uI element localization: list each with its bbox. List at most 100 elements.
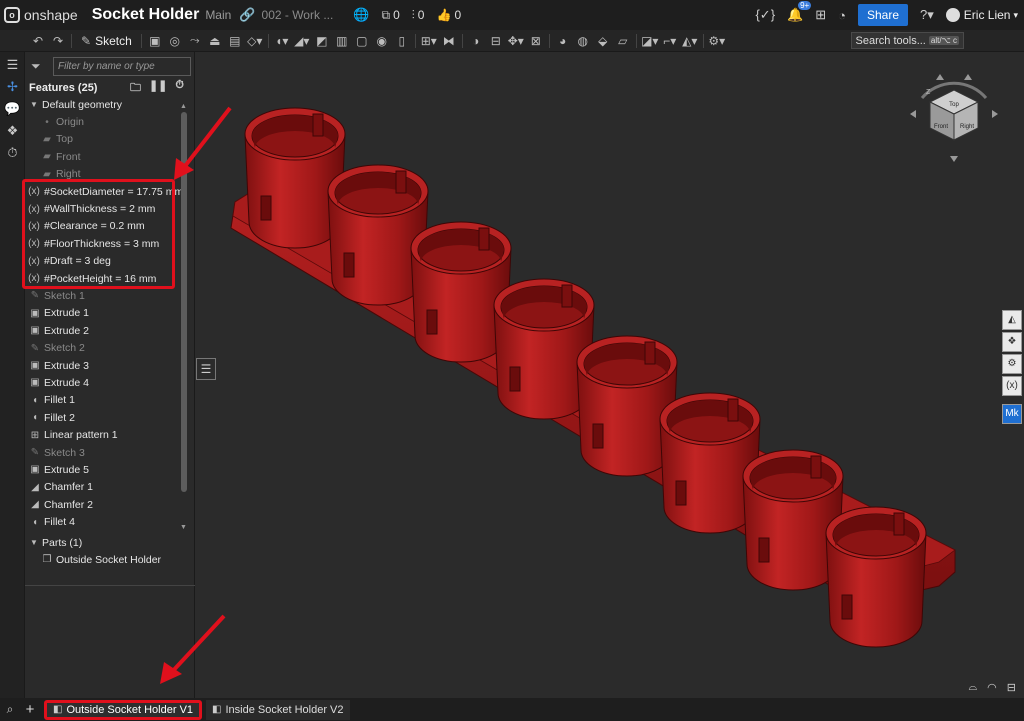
view-icon[interactable]: ⌓ (968, 681, 977, 694)
insert-icon[interactable]: ✢ (0, 76, 25, 98)
scroll-up-icon[interactable]: ▲ (180, 103, 187, 110)
history-icon[interactable]: ⏱ (0, 142, 25, 164)
feature-label: Linear pattern 1 (44, 429, 118, 442)
features-title: Features (25) (29, 82, 98, 94)
branch-name[interactable]: Main (205, 8, 231, 22)
versions-counter[interactable]: ⧉ 0 (382, 8, 400, 23)
feature-linear-pattern-1[interactable]: ⊞ Linear pattern 1 (25, 426, 194, 443)
draft-icon[interactable]: ◩ (312, 34, 332, 48)
search-tabs-icon[interactable]: ⌕ (0, 702, 20, 717)
replace-face-icon[interactable]: ▱ (613, 34, 633, 48)
extrude-icon[interactable]: ▣ (145, 34, 165, 48)
feature-chamfer-1[interactable]: ◢ Chamfer 1 (25, 479, 194, 496)
parts-group[interactable]: ▼ Parts (1) (29, 534, 82, 551)
globe-icon[interactable]: 🌐 (353, 7, 369, 23)
link-icon[interactable]: 🔗 (239, 7, 255, 23)
shell-icon[interactable]: ▢ (352, 34, 372, 48)
measure-panel-icon[interactable]: Mk (1002, 404, 1022, 424)
transform-icon[interactable]: ✥▾ (506, 34, 526, 48)
display-mode-icon[interactable]: ◭ (1002, 310, 1022, 330)
move-face-icon[interactable]: ⬙ (593, 34, 613, 48)
feature-extrude-1[interactable]: ▣ Extrude 1 (25, 305, 194, 322)
thicken-icon[interactable]: ▤ (225, 34, 245, 48)
plane-icon[interactable]: ◇▾ (245, 34, 265, 48)
notifications-icon[interactable]: 🔔 9+ (787, 1, 812, 23)
new-folder-icon[interactable]: 🗀 (130, 79, 141, 98)
tree-item-origin[interactable]: • Origin (25, 113, 194, 130)
likes-counter[interactable]: 👍 0 (436, 8, 461, 22)
measure-icon[interactable]: ◭▾ (680, 34, 700, 48)
mirror-icon[interactable]: ⧓ (439, 34, 459, 48)
hole-icon[interactable]: ◉ (372, 34, 392, 48)
search-tools-button[interactable]: Search tools... alt/⌥ c (850, 32, 964, 49)
feature-fillet-1[interactable]: ◖ Fillet 1 (25, 392, 194, 409)
feature-fillet-2[interactable]: ◖ Fillet 2 (25, 409, 194, 426)
timer-icon[interactable]: ⏱ (175, 79, 184, 98)
app-store-icon[interactable]: ⊞ (815, 7, 826, 23)
branches-counter[interactable]: ⫶ 0 (412, 8, 425, 23)
zoom-icon[interactable]: ⊟ (1007, 681, 1016, 694)
feature-fillet-4[interactable]: ◖ Fillet 4 (25, 513, 194, 530)
scroll-down-icon[interactable]: ▼ (180, 524, 187, 531)
rib-icon[interactable]: ▥ (332, 34, 352, 48)
feature-extrude-5[interactable]: ▣ Extrude 5 (25, 461, 194, 478)
redo-icon[interactable]: ↷ (48, 34, 68, 48)
default-geometry-group[interactable]: ▼ Default geometry (25, 96, 194, 113)
sketch-button[interactable]: ✎ Sketch (75, 34, 138, 48)
variables-panel-icon[interactable]: (x) (1002, 376, 1022, 396)
parts-icon[interactable]: ❖ (0, 120, 25, 142)
graphics-viewport[interactable]: Top Front Right Z ☰ ◭ ❖ ⚙ (x) Mk ⌓ ◠ ⊟ (195, 52, 1024, 698)
document-title[interactable]: Socket Holder (92, 6, 200, 24)
sweep-icon[interactable]: ⤳ (185, 33, 205, 48)
feature-list-icon[interactable]: ☰ (0, 54, 25, 76)
thread-icon[interactable]: ▯ (392, 34, 412, 48)
feature-extrude-2[interactable]: ▣ Extrude 2 (25, 322, 194, 339)
delete-face-icon[interactable]: ◍ (573, 34, 593, 48)
feature-sketch-2[interactable]: ✎ Sketch 2 (25, 339, 194, 356)
boolean-icon[interactable]: ◑ (466, 34, 486, 48)
tree-item-front[interactable]: ▰ Front (25, 148, 194, 165)
feature-list-scrollbar[interactable]: ▲ ▼ (180, 103, 187, 531)
scroll-thumb[interactable] (181, 112, 187, 492)
user-menu[interactable]: Eric Lien ▾ (945, 8, 1018, 22)
pattern-icon[interactable]: ⊞▾ (419, 34, 439, 48)
learning-icon[interactable]: ◔ (838, 8, 846, 23)
comments-icon[interactable]: 💬 (0, 98, 25, 120)
part-item[interactable]: ❒ Outside Socket Holder (41, 551, 162, 568)
filter-icon[interactable]: ⏷ (31, 59, 47, 74)
revolve-icon[interactable]: ◎ (165, 34, 185, 48)
feature-chamfer-2[interactable]: ◢ Chamfer 2 (25, 496, 194, 513)
gear-icon[interactable]: ⚙▾ (707, 34, 727, 48)
sheet-metal-icon[interactable]: ◪▾ (640, 34, 660, 48)
chamfer-icon[interactable]: ◢▾ (292, 34, 312, 48)
modify-fillet-icon[interactable]: ◕ (553, 34, 573, 48)
tab-inside-socket-holder[interactable]: ◧ Inside Socket Holder V2 (206, 699, 350, 720)
share-button[interactable]: Share (857, 4, 909, 26)
feature-sketch-3[interactable]: ✎ Sketch 3 (25, 444, 194, 461)
undo-icon[interactable]: ↶ (28, 34, 48, 48)
filter-input[interactable] (53, 56, 191, 76)
onshape-logo[interactable]: o onshape (4, 7, 78, 23)
tab-outside-socket-holder[interactable]: ◧ Outside Socket Holder V1 (44, 699, 203, 720)
feature-extrude-3[interactable]: ▣ Extrude 3 (25, 357, 194, 374)
add-tab-button[interactable]: + (20, 701, 40, 718)
feature-list-toggle-icon[interactable]: ☰ (196, 358, 216, 380)
workspace-name[interactable]: 002 - Work ... (262, 8, 334, 22)
tree-item-top[interactable]: ▰ Top (25, 131, 194, 148)
frame-icon[interactable]: ⌐▾ (660, 34, 680, 48)
help-icon[interactable]: ?▾ (920, 7, 934, 23)
feature-sketch-1[interactable]: ✎ Sketch 1 (25, 287, 194, 304)
appearance-icon[interactable]: ❖ (1002, 332, 1022, 352)
view-cube[interactable]: Top Front Right Z (904, 66, 1004, 166)
socket-holder-model[interactable] (195, 52, 1024, 698)
configurations-icon[interactable]: ⚙ (1002, 354, 1022, 374)
divider (414, 33, 416, 48)
variables-icon[interactable]: {✓} (755, 7, 775, 23)
split-icon[interactable]: ⊟ (486, 34, 506, 48)
pause-icon[interactable]: ❚❚ (149, 79, 167, 98)
feature-extrude-4[interactable]: ▣ Extrude 4 (25, 374, 194, 391)
section-icon[interactable]: ◠ (987, 681, 997, 694)
delete-part-icon[interactable]: ⊠ (526, 34, 546, 48)
fillet-icon[interactable]: ◖▾ (272, 34, 292, 48)
loft-icon[interactable]: ⏏ (205, 34, 225, 48)
